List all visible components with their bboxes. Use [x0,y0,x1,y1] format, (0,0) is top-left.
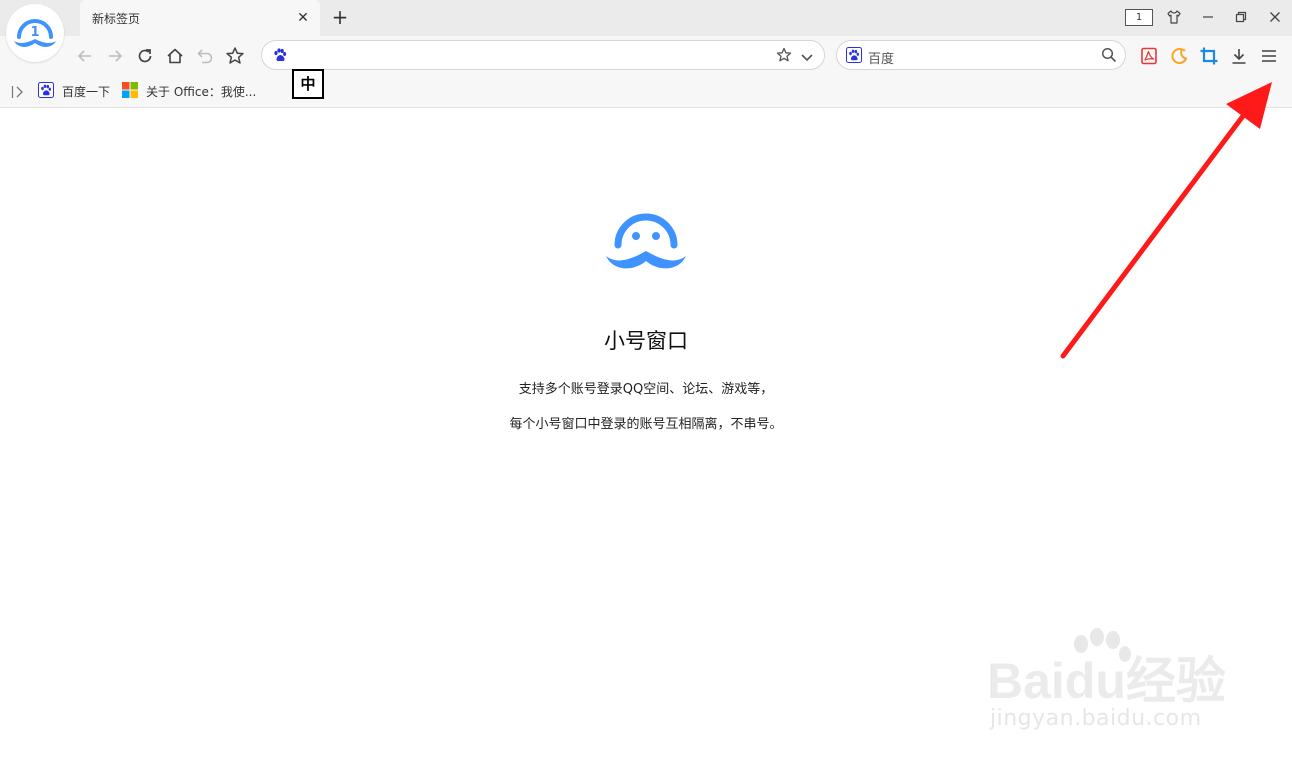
page-description-line-1: 支持多个账号登录QQ空间、论坛、游戏等， [518,382,774,397]
new-tab-button[interactable]: + [329,6,351,28]
search-icon[interactable] [1101,47,1117,67]
page-title: 小号窗口 [604,329,688,353]
search-bar[interactable]: 百度 [836,40,1126,70]
bookmark-label: 百度一下 [62,84,111,99]
search-engine-baidu-icon[interactable] [846,47,862,67]
main-menu-icon[interactable] [1257,44,1281,68]
bookmark-item-baidu[interactable]: 百度一下 [38,81,111,101]
mustache-logo-icon [605,208,687,276]
tab-close-icon[interactable]: ✕ [294,9,312,27]
back-icon[interactable] [73,44,97,68]
window-count-badge[interactable]: 1 [1125,9,1153,26]
forward-icon[interactable] [103,44,127,68]
watermark-brand-text: Baidu经验 [987,653,1225,708]
bookmarks-bar: 百度一下 关于 Office：我使... [0,76,1292,108]
tab-title: 新标签页 [92,12,141,26]
pdf-icon[interactable] [1137,44,1161,68]
bookmark-star-icon[interactable] [223,44,247,68]
screenshot-crop-icon[interactable] [1197,44,1221,68]
bookmark-item-office[interactable]: 关于 Office：我使... [122,81,257,101]
toolbar: 百度 [0,36,1292,76]
baidu-paw-icon [38,81,54,101]
title-bar: 新标签页 ✕ + 1 [0,0,1292,36]
minimize-icon[interactable] [1196,6,1220,28]
chevron-down-icon[interactable] [800,49,814,68]
undo-close-icon[interactable] [193,44,217,68]
favorite-star-icon[interactable] [776,47,792,67]
address-bar[interactable] [261,40,825,70]
reload-icon[interactable] [133,44,157,68]
search-input[interactable]: 百度 [868,48,894,67]
night-mode-icon[interactable] [1167,44,1191,68]
sidebar-toggle-icon[interactable] [11,84,25,103]
close-window-icon[interactable] [1263,6,1287,28]
profile-avatar[interactable]: 1 [6,4,64,62]
profile-mustache-icon: 1 [14,19,56,47]
watermark-logo: Baidu经验 [985,628,1226,712]
home-icon[interactable] [163,44,187,68]
baidu-paw-icon [272,47,288,67]
microsoft-logo-icon [122,81,138,101]
restore-icon[interactable] [1229,6,1253,28]
svg-text:1: 1 [30,25,39,40]
skin-icon[interactable] [1162,6,1186,28]
ime-indicator[interactable]: 中 [292,69,324,99]
bookmark-label: 关于 Office：我使... [146,84,257,99]
tab-new-tab[interactable]: 新标签页 ✕ [80,0,320,36]
page-description-line-2: 每个小号窗口中登录的账号互相隔离，不串号。 [509,417,783,432]
download-icon[interactable] [1227,44,1251,68]
